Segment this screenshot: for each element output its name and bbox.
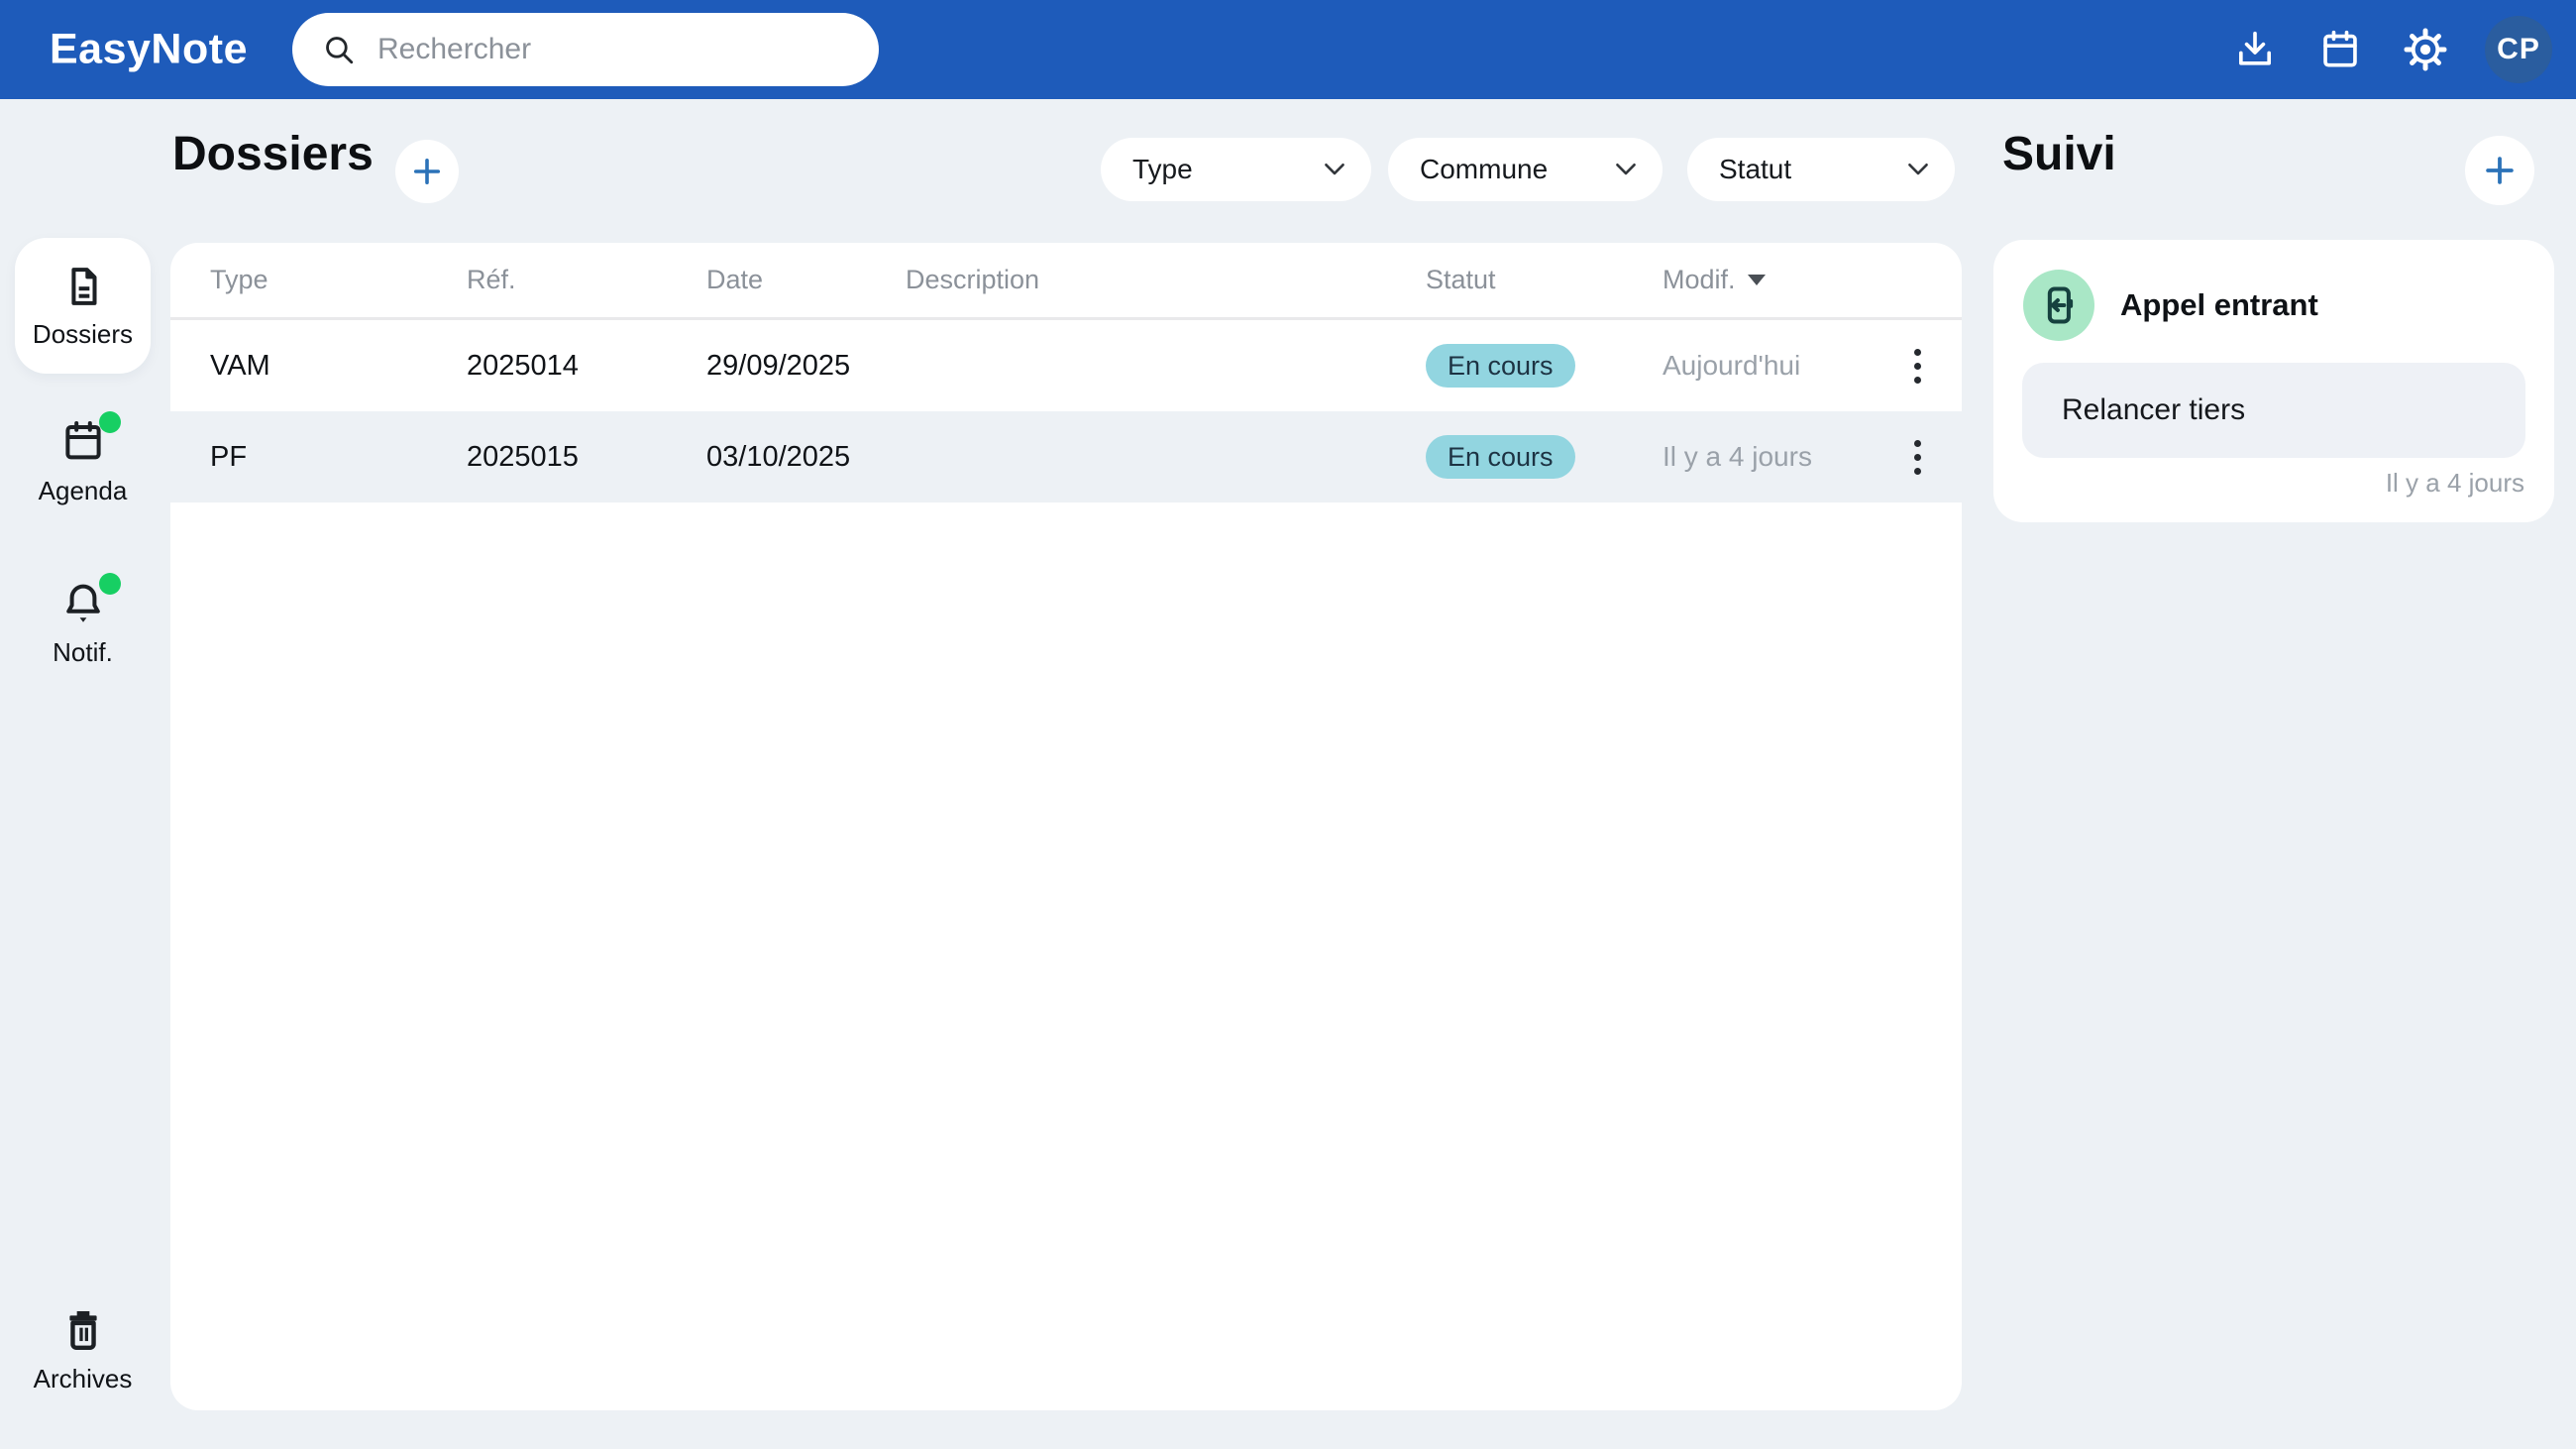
cell-type: VAM	[210, 349, 270, 382]
filter-commune-dropdown[interactable]: Commune	[1388, 138, 1663, 201]
cell-ref: 2025014	[467, 349, 579, 382]
sidebar-item-label: Notif.	[53, 637, 113, 667]
dossiers-table-card: Type Réf. Date Description Statut Modif.…	[170, 243, 1962, 1410]
sidebar-item-label: Dossiers	[32, 319, 134, 349]
row-menu-button[interactable]	[1900, 430, 1935, 485]
column-header-modif-sort[interactable]: Modif.	[1663, 265, 1900, 295]
filter-statut-dropdown[interactable]: Statut	[1687, 138, 1955, 201]
calendar-icon	[58, 411, 121, 466]
suivi-card-header: Appel entrant	[2023, 270, 2318, 341]
suivi-card-title: Appel entrant	[2120, 287, 2318, 322]
sidebar-item-agenda[interactable]: Agenda	[15, 411, 151, 506]
trash-icon	[58, 1304, 108, 1354]
filter-type-dropdown[interactable]: Type	[1101, 138, 1371, 201]
table-row[interactable]: VAM 2025014 29/09/2025 En cours Aujourd'…	[170, 320, 1962, 411]
column-header-date: Date	[706, 265, 764, 294]
column-header-type: Type	[210, 265, 268, 294]
calendar-button[interactable]	[2314, 24, 2366, 75]
bell-icon	[58, 573, 121, 627]
sidebar-item-archives[interactable]: Archives	[15, 1304, 151, 1394]
column-header-statut: Statut	[1426, 265, 1496, 294]
sidebar-item-label: Archives	[33, 1364, 133, 1393]
download-button[interactable]	[2229, 24, 2281, 75]
status-badge: En cours	[1426, 435, 1575, 479]
suivi-card[interactable]: Appel entrant Relancer tiers Il y a 4 jo…	[1993, 240, 2554, 522]
cell-date: 29/09/2025	[706, 349, 851, 382]
page-title: Dossiers	[172, 128, 374, 180]
chevron-down-icon	[1324, 163, 1345, 176]
add-dossier-button[interactable]	[395, 140, 459, 203]
column-header-description: Description	[906, 265, 1040, 294]
sidebar-item-notifications[interactable]: Notif.	[15, 573, 151, 668]
suivi-note: Relancer tiers	[2022, 363, 2525, 458]
status-badge: En cours	[1426, 344, 1575, 388]
table-row[interactable]: PF 2025015 03/10/2025 En cours Il y a 4 …	[170, 411, 1962, 502]
filter-label: Statut	[1719, 154, 1792, 184]
cell-modif: Aujourd'hui	[1663, 350, 1801, 381]
search-input[interactable]	[376, 32, 853, 67]
table-header-row: Type Réf. Date Description Statut Modif.	[170, 243, 1962, 320]
search-icon	[322, 33, 356, 66]
download-icon	[2232, 27, 2278, 72]
app-logo: EasyNote	[50, 25, 248, 73]
plus-icon	[409, 154, 445, 189]
column-header-ref: Réf.	[467, 265, 516, 294]
search-bar	[292, 13, 879, 86]
plus-icon	[2481, 152, 2519, 189]
cell-date: 03/10/2025	[706, 440, 851, 473]
filter-label: Commune	[1420, 154, 1549, 184]
gear-icon	[2403, 27, 2448, 72]
avatar[interactable]: CP	[2485, 16, 2552, 83]
calendar-icon	[2317, 27, 2363, 72]
row-menu-button[interactable]	[1900, 339, 1935, 393]
incoming-call-icon	[2023, 270, 2094, 341]
sidebar-item-dossiers[interactable]: Dossiers	[15, 238, 151, 374]
sidebar-item-label: Agenda	[38, 476, 128, 505]
header-actions: CP	[2229, 0, 2552, 99]
suivi-title: Suivi	[2002, 128, 2116, 180]
notification-dot	[98, 573, 121, 595]
add-suivi-button[interactable]	[2465, 136, 2534, 205]
cell-type: PF	[210, 440, 248, 473]
document-icon	[58, 262, 108, 311]
chevron-down-icon	[1615, 163, 1637, 176]
cell-ref: 2025015	[467, 440, 579, 473]
suivi-timestamp: Il y a 4 jours	[2385, 468, 2524, 498]
column-header-modif-label: Modif.	[1663, 265, 1736, 294]
app-header: EasyNote Rechercher CP	[0, 0, 2576, 99]
chevron-down-icon	[1907, 163, 1929, 176]
notification-dot	[98, 411, 121, 433]
cell-modif: Il y a 4 jours	[1663, 441, 1812, 472]
filter-label: Type	[1132, 154, 1193, 184]
settings-button[interactable]	[2400, 24, 2451, 75]
sort-desc-icon	[1747, 275, 1766, 285]
easynote-app: EasyNote Rechercher CP Dossiers Type Com…	[0, 0, 2576, 1449]
